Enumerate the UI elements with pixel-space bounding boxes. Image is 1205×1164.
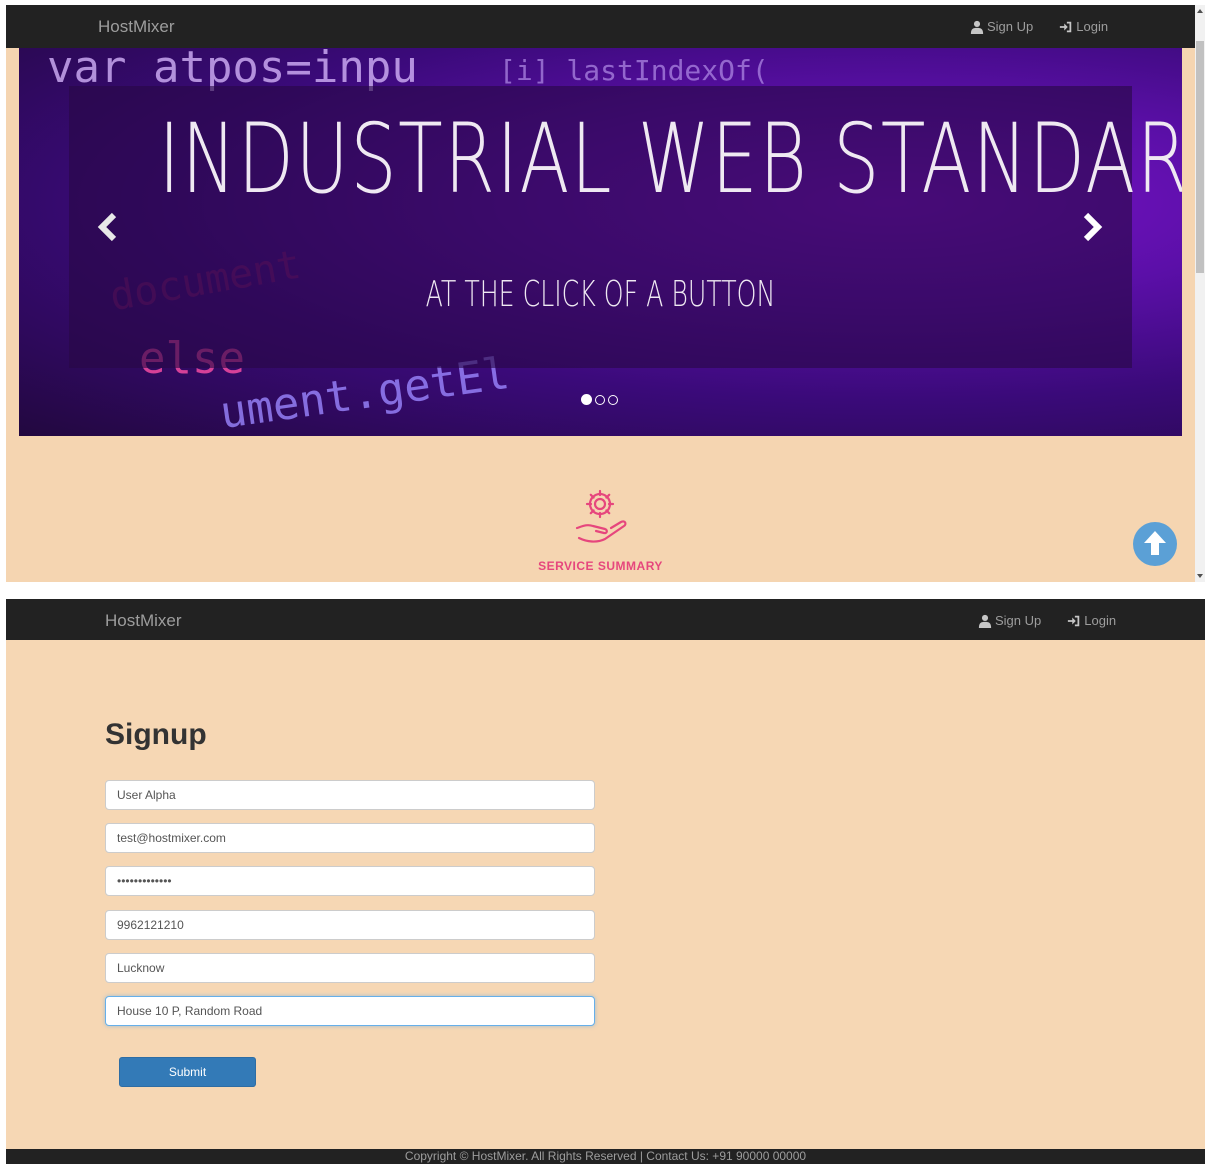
background-code-text: [i] lastIndexOf( [499,54,769,87]
email-field[interactable] [105,823,595,853]
chevron-right-icon [1083,212,1103,242]
scroll-up-arrow[interactable] [1197,9,1203,13]
nav-login-label: Login [1076,19,1109,34]
hand-gear-icon [575,489,627,543]
footer-copyright: Copyright © HostMixer. All Rights Reserv… [404,1149,807,1163]
hero-headline: INDUSTRIAL WEB STANDARDS [158,103,1182,215]
nav-login-label: Login [1084,613,1117,628]
name-field[interactable] [105,780,595,810]
carousel-next-button[interactable] [1079,211,1103,243]
signup-heading: Signup [105,718,207,751]
hero-subheadline: AT THE CLICK OF A BUTTON [425,274,776,315]
scrollbar-thumb[interactable] [1196,41,1204,273]
login-icon [1068,615,1080,626]
nav-signup-label: Sign Up [987,19,1034,34]
nav-signup-label: Sign Up [995,613,1042,628]
nav-links: Sign Up Login [978,613,1116,628]
top-navbar: HostMixer Sign Up Login [6,5,1195,48]
user-icon [978,614,992,628]
brand-link[interactable]: HostMixer [98,17,175,37]
carousel-indicators [581,394,618,405]
nav-signup-link[interactable]: Sign Up [978,613,1041,628]
service-summary-label: SERVICE SUMMARY [538,559,663,573]
submit-button[interactable]: Submit [119,1057,256,1087]
signup-page-view: HostMixer Sign Up Login Signup Submit Co… [6,599,1205,1164]
address-field[interactable] [105,996,595,1026]
phone-field[interactable] [105,910,595,940]
carousel-prev-button[interactable] [97,211,121,243]
carousel-indicator-1[interactable] [581,394,592,405]
top-navbar: HostMixer Sign Up Login [6,599,1205,640]
landing-page-view: HostMixer Sign Up Login document var atp… [6,5,1205,582]
carousel-indicator-2[interactable] [595,395,605,405]
nav-login-link[interactable]: Login [1059,19,1108,34]
chevron-left-icon [97,212,117,242]
hero-carousel: document var atpos=inpu [i] lastIndexOf(… [19,48,1182,436]
scroll-down-arrow[interactable] [1197,574,1203,578]
password-field[interactable] [105,866,595,896]
nav-links: Sign Up Login [970,19,1108,34]
page-footer: Copyright © HostMixer. All Rights Reserv… [6,1149,1205,1164]
nav-signup-link[interactable]: Sign Up [970,19,1033,34]
user-icon [970,20,984,34]
back-to-top-button[interactable] [1133,522,1177,566]
carousel-indicator-3[interactable] [608,395,618,405]
page-scrollbar[interactable] [1195,5,1205,582]
arrow-up-icon [1144,531,1166,555]
brand-link[interactable]: HostMixer [105,611,182,631]
nav-login-link[interactable]: Login [1067,613,1116,628]
city-field[interactable] [105,953,595,983]
login-icon [1060,21,1072,32]
